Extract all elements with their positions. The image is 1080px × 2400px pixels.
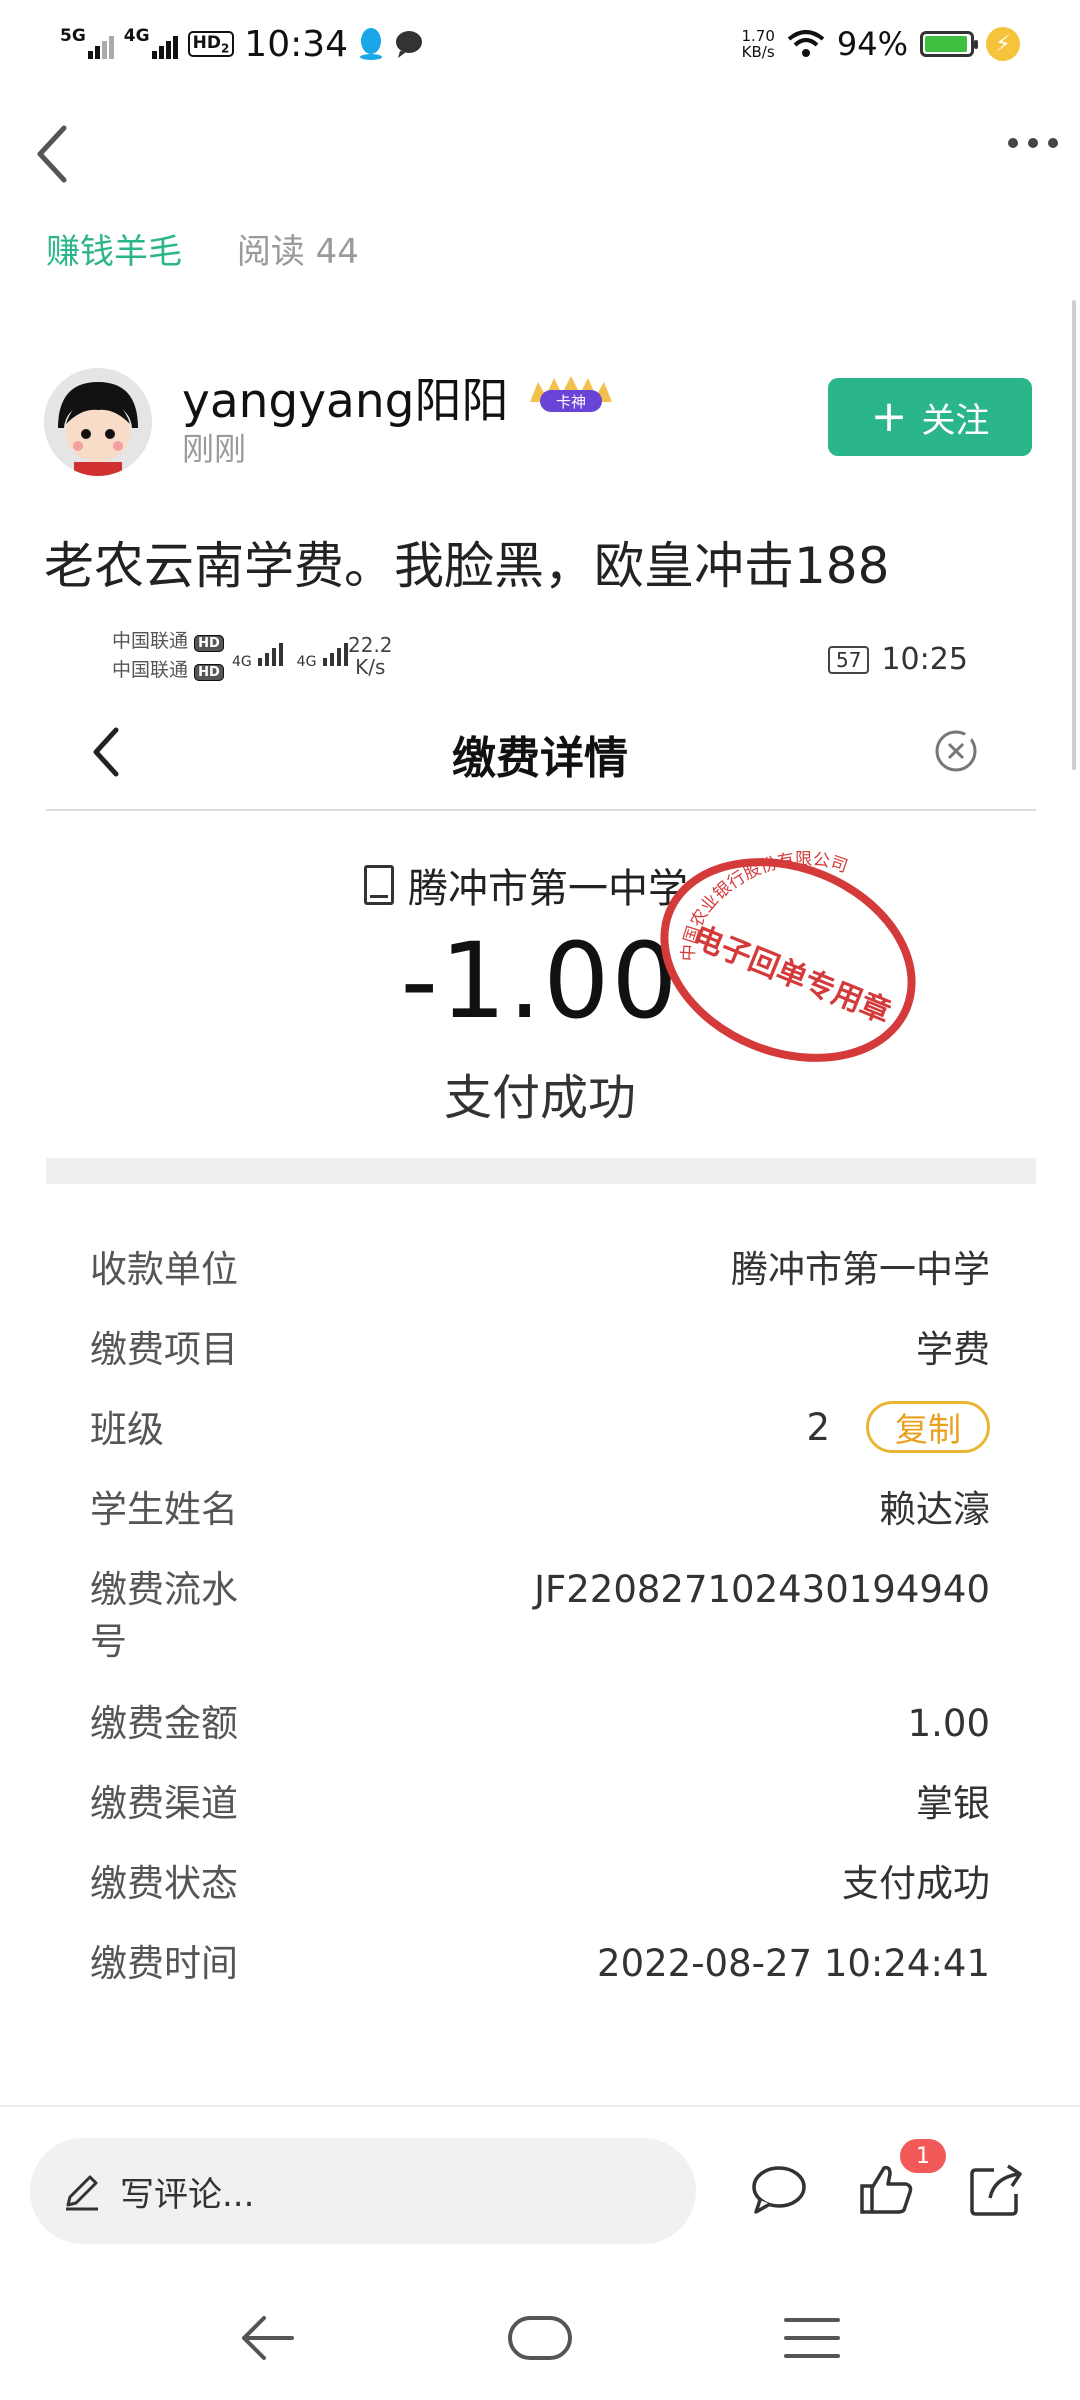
row-value-student: 赖达濠 (879, 1488, 990, 1531)
charging-icon: ⚡ (986, 27, 1020, 61)
row-label-channel: 缴费渠道 (90, 1782, 238, 1825)
read-count: 阅读 44 (236, 232, 359, 272)
battery-percent: 94% (836, 25, 908, 63)
embedded-speed: 22.2 K/s (348, 633, 393, 679)
status-time: 10:34 (244, 23, 349, 65)
bank-seal-stamp: 中国农业银行股份有限公司 电子回单专用章 (660, 849, 916, 1062)
row-label-student: 学生姓名 (90, 1488, 238, 1531)
row-value-class: 2 (806, 1406, 830, 1449)
signal-5g-icon: 5G (60, 28, 114, 59)
category-tag[interactable]: 赚钱羊毛 (46, 232, 182, 272)
book-icon (364, 865, 394, 905)
row-value-payee: 腾冲市第一中学 (731, 1248, 990, 1291)
row-value-serial: JF220827102430194940 (534, 1568, 990, 1611)
follow-button[interactable]: + 关注 (828, 378, 1032, 456)
bottom-divider (0, 2105, 1080, 2107)
share-icon[interactable] (966, 2160, 1026, 2220)
row-value-time: 2022-08-27 10:24:41 (597, 1942, 990, 1985)
row-value-amount: 1.00 (907, 1702, 990, 1745)
row-label-item: 缴费项目 (90, 1328, 238, 1371)
status-bar-left: 5G 4G HD2 10:34 (60, 16, 424, 72)
like-count-badge: 1 (900, 2139, 946, 2173)
hd-indicator: HD2 (187, 30, 235, 58)
wifi-icon (787, 30, 825, 57)
row-value-channel: 掌银 (916, 1782, 990, 1825)
school-header: 腾冲市第一中学 (364, 856, 688, 914)
qq-icon (360, 28, 383, 60)
embedded-battery: 57 10:25 (828, 642, 968, 677)
row-value-state: 支付成功 (842, 1862, 990, 1905)
battery-icon (920, 31, 978, 57)
more-icon[interactable] (1008, 138, 1058, 148)
row-label-class: 班级 (90, 1408, 164, 1451)
comment-icon[interactable] (748, 2160, 808, 2220)
card-god-badge-icon: 卡神 (530, 376, 612, 412)
status-bar-right: 1.70 KB/s 94% ⚡ (741, 16, 1020, 72)
close-icon (935, 730, 977, 772)
avatar[interactable] (44, 368, 152, 476)
row-value-item: 学费 (916, 1328, 990, 1371)
row-label-payee: 收款单位 (90, 1248, 238, 1291)
scrollbar[interactable] (1072, 300, 1076, 770)
author-name[interactable]: yangyang阳阳 (182, 362, 508, 431)
row-label-state: 缴费状态 (90, 1862, 238, 1905)
section-separator (46, 1158, 1036, 1184)
embedded-signal-icon: 4G 4G (232, 640, 357, 670)
post-text: 老农云南学费。我脸黑，欧皇冲击188 (44, 537, 890, 595)
network-speed: 1.70 KB/s (741, 27, 775, 61)
signal-4g-icon: 4G (124, 28, 178, 59)
nav-back-icon[interactable] (238, 2310, 298, 2366)
message-icon (396, 31, 423, 58)
copy-button: 复制 (866, 1401, 990, 1453)
nav-menu-icon[interactable] (782, 2310, 842, 2366)
nav-home-icon[interactable] (506, 2310, 574, 2366)
detail-title: 缴费详情 (452, 733, 628, 784)
pen-icon (66, 2175, 98, 2211)
comment-input[interactable]: 写评论... (30, 2138, 696, 2244)
breadcrumb: 赚钱羊毛 阅读 44 (46, 224, 359, 273)
embedded-carriers: 中国联通 HD 中国联通 HD (112, 628, 224, 686)
plus-icon: + (870, 391, 908, 442)
post-time: 刚刚 (182, 430, 247, 468)
divider (46, 809, 1036, 811)
row-label-amount: 缴费金额 (90, 1702, 238, 1745)
row-label-serial: 缴费流水号 (90, 1568, 238, 1663)
back-icon[interactable] (28, 122, 78, 186)
svg-text:卡神: 卡神 (556, 393, 586, 411)
svg-text:电子回单专用章: 电子回单专用章 (688, 920, 896, 1031)
row-label-time: 缴费时间 (90, 1942, 238, 1985)
